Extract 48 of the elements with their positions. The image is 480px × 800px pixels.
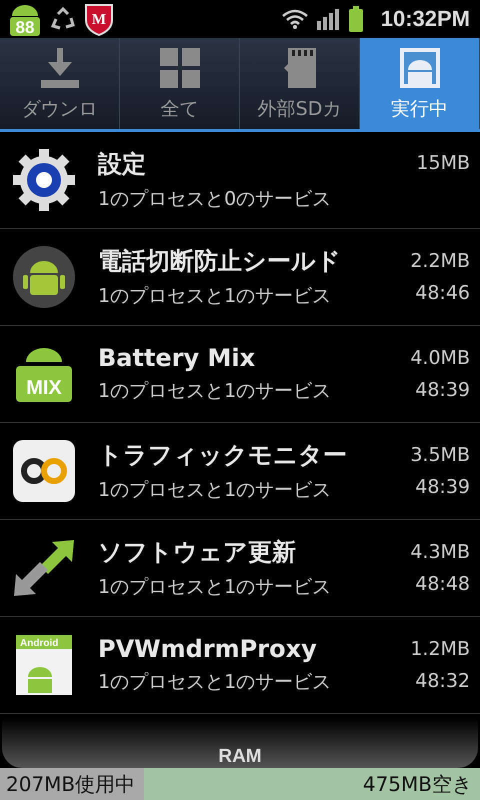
app-name: 設定 [98, 149, 147, 180]
recycle-icon [50, 6, 76, 32]
run-time: 48:46 [415, 282, 470, 304]
shield-icon [85, 4, 113, 36]
memory-size: 2.2MB [410, 250, 470, 272]
tab[interactable]: 外部SDカ [240, 38, 360, 129]
badge-count: 88 [16, 18, 34, 36]
ram-label: RAM [218, 746, 262, 768]
app-name: トラフィックモニター [98, 440, 348, 471]
gear-icon [12, 148, 76, 212]
clock: 10:32PM [380, 6, 470, 32]
battery-icon [16, 348, 72, 402]
tab[interactable]: 全て [120, 38, 240, 129]
android-icon [398, 46, 442, 90]
wifi-icon [280, 8, 309, 30]
process-count: 1のプロセスと1のサービス [98, 379, 332, 404]
icon-text: Android [20, 638, 58, 649]
grid-icon [158, 46, 202, 90]
process-count: 1のプロセスと0のサービス [98, 187, 332, 212]
process-count: 1のプロセスと1のサービス [98, 575, 332, 600]
android-card-icon [16, 635, 72, 695]
run-time: 48:39 [415, 476, 470, 498]
icon-text: MIX [26, 377, 62, 399]
process-count: 1のプロセスと1のサービス [98, 670, 332, 695]
process-count: 1のプロセスと1のサービス [98, 478, 332, 503]
app-name: 電話切断防止シールド [98, 246, 342, 277]
memory-size: 1.2MB [410, 638, 470, 660]
memory-size: 4.0MB [410, 347, 470, 369]
battery-icon [348, 6, 363, 32]
run-time: 48:48 [415, 573, 470, 595]
android-icon [12, 245, 76, 309]
memory-size: 4.3MB [410, 541, 470, 563]
badge-letter: M [92, 12, 106, 28]
used-label: 207MB使用中 [5, 770, 136, 798]
memory-size: 15MB [416, 152, 470, 174]
process-count: 1のプロセスと1のサービス [98, 284, 332, 309]
app-name: ソフトウェア更新 [98, 537, 297, 568]
free-label: 475MB空き [362, 770, 473, 798]
app-name: PVWmdrmProxy [98, 635, 318, 663]
run-time: 48:32 [415, 670, 470, 692]
memory-size: 3.5MB [410, 444, 470, 466]
tab[interactable]: ダウンロ [0, 38, 120, 129]
signal-icon [316, 8, 341, 30]
run-time: 48:39 [415, 379, 470, 401]
android-icon [10, 5, 40, 36]
tab[interactable]: 実行中 [360, 38, 480, 129]
app-name: Battery Mix [98, 344, 256, 372]
infinity-icon [12, 439, 76, 503]
